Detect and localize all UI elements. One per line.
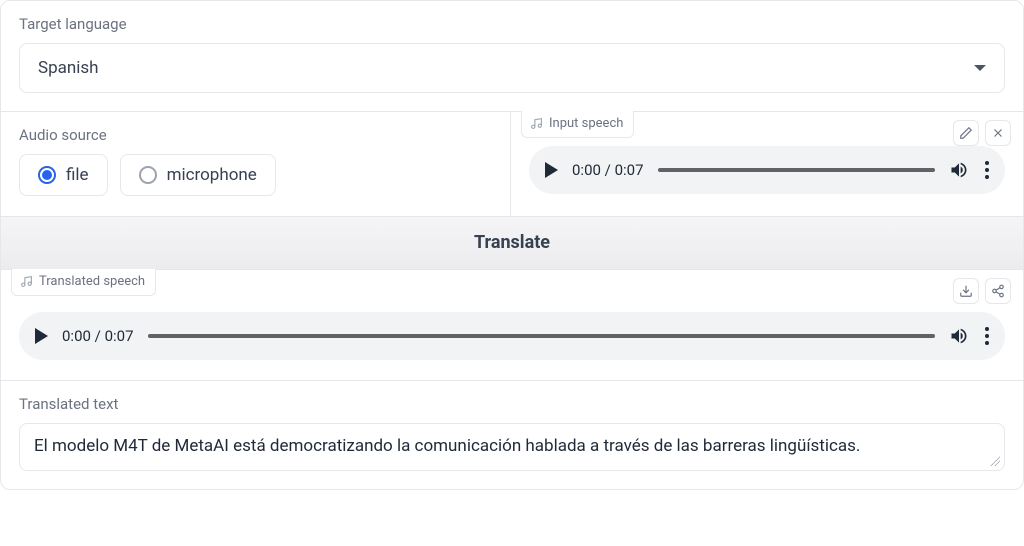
clear-button[interactable] bbox=[985, 120, 1011, 146]
pencil-icon bbox=[959, 126, 973, 140]
input-speech-player: 0:00 / 0:07 bbox=[529, 146, 1005, 194]
translated-text-value: El modelo M4T de MetaAI está democratiza… bbox=[34, 436, 860, 456]
audio-source-section: Audio source file microphone bbox=[1, 112, 511, 216]
translated-speech-progress[interactable] bbox=[148, 334, 935, 338]
translated-text-output[interactable]: El modelo M4T de MetaAI está democratiza… bbox=[19, 423, 1005, 471]
audio-source-option-microphone[interactable]: microphone bbox=[120, 154, 276, 196]
music-note-icon bbox=[530, 117, 543, 130]
resize-grip-icon[interactable] bbox=[990, 456, 1000, 466]
translated-speech-section: Translated speech 0:00 / 0:07 bbox=[1, 270, 1023, 381]
edit-button[interactable] bbox=[953, 120, 979, 146]
close-icon bbox=[991, 126, 1005, 140]
audio-source-label: Audio source bbox=[19, 126, 492, 144]
audio-source-radio-group: file microphone bbox=[19, 154, 492, 196]
audio-source-option-file[interactable]: file bbox=[19, 154, 108, 196]
music-note-icon bbox=[20, 275, 33, 288]
target-language-select[interactable]: Spanish bbox=[19, 43, 1005, 93]
target-language-label: Target language bbox=[19, 15, 1005, 33]
translated-speech-player: 0:00 / 0:07 bbox=[19, 312, 1005, 360]
input-speech-section: Input speech 0:00 / 0:07 bbox=[511, 112, 1023, 216]
input-speech-chip-label: Input speech bbox=[549, 116, 623, 131]
input-speech-timecode: 0:00 / 0:07 bbox=[572, 161, 644, 179]
play-button[interactable] bbox=[545, 162, 558, 178]
volume-icon bbox=[949, 326, 969, 346]
translated-speech-timecode: 0:00 / 0:07 bbox=[62, 327, 134, 345]
translate-button[interactable]: Translate bbox=[1, 217, 1023, 270]
translated-speech-chip-label: Translated speech bbox=[39, 274, 145, 289]
translated-speech-chip: Translated speech bbox=[11, 269, 156, 296]
input-speech-chip: Input speech bbox=[521, 111, 634, 138]
play-button[interactable] bbox=[35, 328, 48, 344]
download-icon bbox=[959, 284, 973, 298]
translated-text-section: Translated text El modelo M4T de MetaAI … bbox=[1, 381, 1023, 489]
chevron-down-icon bbox=[974, 65, 986, 71]
more-options-button[interactable] bbox=[983, 327, 991, 345]
input-speech-progress[interactable] bbox=[658, 168, 935, 172]
volume-button[interactable] bbox=[949, 160, 969, 180]
more-options-button[interactable] bbox=[983, 161, 991, 179]
share-icon bbox=[991, 284, 1005, 298]
share-button[interactable] bbox=[985, 278, 1011, 304]
target-language-section: Target language Spanish bbox=[1, 1, 1023, 112]
radio-icon bbox=[139, 166, 157, 184]
radio-label: microphone bbox=[167, 165, 257, 185]
volume-button[interactable] bbox=[949, 326, 969, 346]
download-button[interactable] bbox=[953, 278, 979, 304]
target-language-value: Spanish bbox=[38, 58, 99, 78]
volume-icon bbox=[949, 160, 969, 180]
translated-text-label: Translated text bbox=[19, 395, 1005, 413]
radio-label: file bbox=[66, 165, 89, 185]
radio-icon bbox=[38, 166, 56, 184]
